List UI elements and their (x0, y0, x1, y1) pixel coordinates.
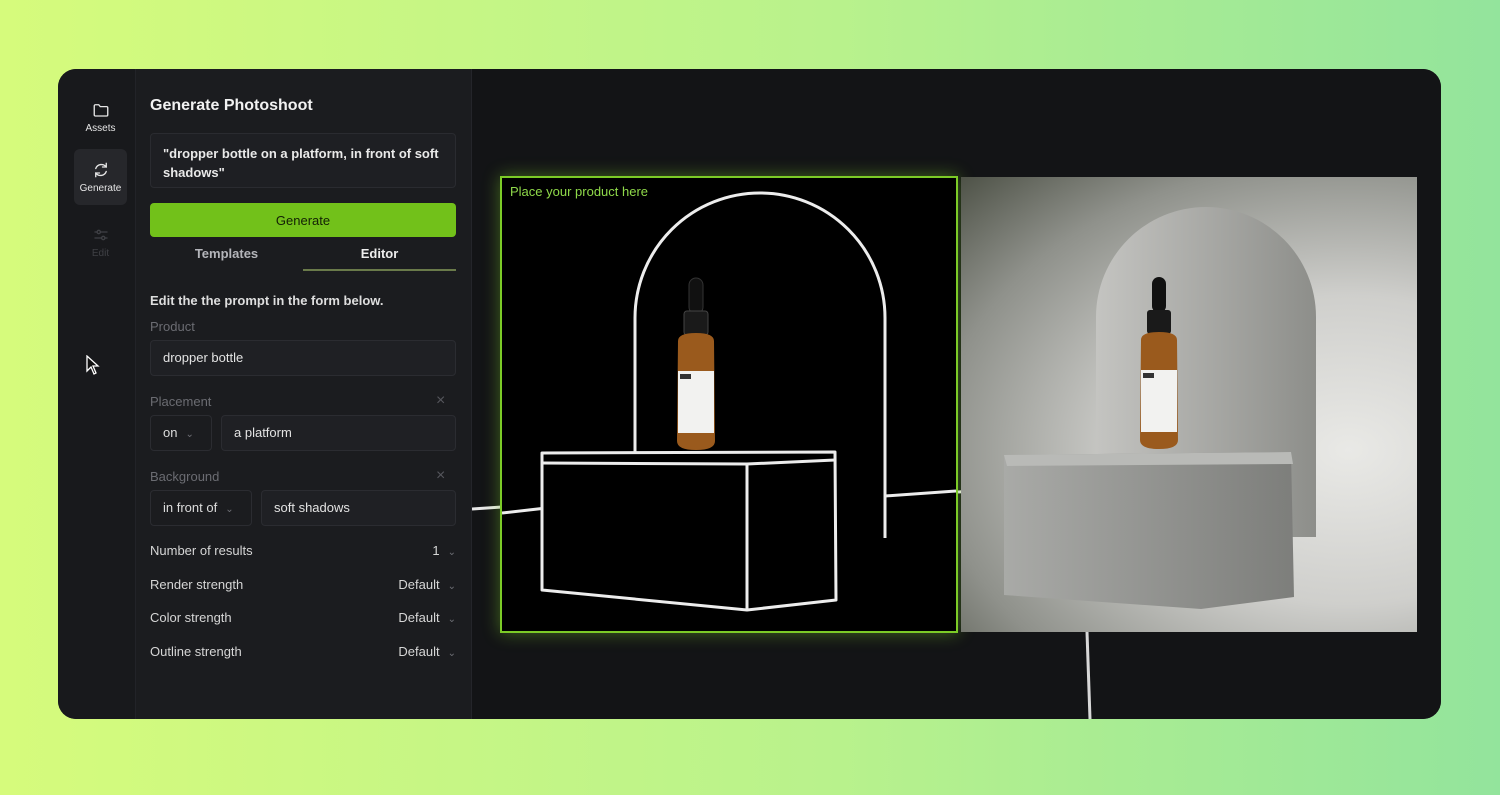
generate-panel: Generate Photoshoot "dropper bottle on a… (136, 69, 472, 719)
preview-render (1004, 207, 1316, 609)
frame-hint: Place your product here (510, 184, 649, 199)
sliders-icon (93, 229, 108, 240)
option-label: Outline strength (150, 644, 242, 659)
generate-button[interactable]: Generate (150, 203, 456, 237)
rail-label-generate: Generate (79, 182, 122, 194)
background-label: Background (150, 469, 220, 484)
prompt-preview[interactable]: "dropper bottle on a platform, in front … (150, 133, 456, 188)
rail-item-generate[interactable]: Generate (74, 149, 127, 205)
option-value: Default (398, 577, 440, 592)
option-color-strength[interactable]: Color strength Default ⌄ (150, 610, 456, 630)
option-number-of-results[interactable]: Number of results 1 ⌄ (150, 543, 456, 563)
option-label: Number of results (150, 543, 253, 558)
tab-editor[interactable]: Editor (303, 241, 456, 271)
clear-placement-icon[interactable]: × (436, 392, 445, 410)
bottle-sketch (677, 277, 715, 450)
clear-background-icon[interactable]: × (436, 467, 445, 485)
background-input[interactable]: soft shadows (261, 490, 456, 526)
product-placement-frame[interactable]: Place your product here (500, 176, 958, 633)
rail-item-assets[interactable]: Assets (74, 89, 127, 145)
tab-templates[interactable]: Templates (150, 241, 303, 271)
mouse-cursor-icon (86, 355, 100, 375)
option-value: 1 (432, 543, 440, 558)
placement-preposition-value: on (163, 425, 178, 440)
placement-preposition-select[interactable]: on ⌄ (150, 415, 212, 451)
product-label: Product (150, 319, 195, 334)
panel-title: Generate Photoshoot (150, 97, 313, 114)
chevron-down-icon: ⌄ (447, 614, 456, 625)
rail-item-edit[interactable]: Edit (74, 214, 127, 270)
option-outline-strength[interactable]: Outline strength Default ⌄ (150, 644, 456, 664)
app-window: Assets Generate Edit Generate Photoshoot… (58, 69, 1441, 719)
canvas-area[interactable]: Place your product here (472, 69, 1441, 719)
placement-label: Placement (150, 394, 212, 409)
option-label: Color strength (150, 610, 232, 625)
chevron-down-icon: ⌄ (447, 581, 456, 592)
background-preposition-value: in front of (163, 500, 218, 515)
editor-description: Edit the the prompt in the form below. (150, 293, 384, 308)
placement-input[interactable]: a platform (221, 415, 456, 451)
chevron-down-icon: ⌄ (447, 547, 456, 558)
folder-icon (93, 103, 108, 117)
nav-rail: Assets Generate Edit (58, 69, 136, 719)
refresh-icon (94, 162, 107, 177)
chevron-down-icon: ⌄ (185, 429, 194, 440)
option-render-strength[interactable]: Render strength Default ⌄ (150, 577, 456, 597)
rail-label-assets: Assets (85, 122, 116, 134)
product-input[interactable]: dropper bottle (150, 340, 456, 376)
option-value: Default (398, 644, 440, 659)
option-label: Render strength (150, 577, 244, 592)
background-preposition-select[interactable]: in front of ⌄ (150, 490, 252, 526)
chevron-down-icon: ⌄ (447, 648, 456, 659)
rail-label-edit: Edit (91, 247, 110, 259)
option-value: Default (398, 610, 440, 625)
generated-preview (961, 177, 1417, 632)
chevron-down-icon: ⌄ (225, 504, 234, 515)
outline-sketch (502, 191, 956, 612)
panel-tabs: Templates Editor (150, 241, 456, 271)
